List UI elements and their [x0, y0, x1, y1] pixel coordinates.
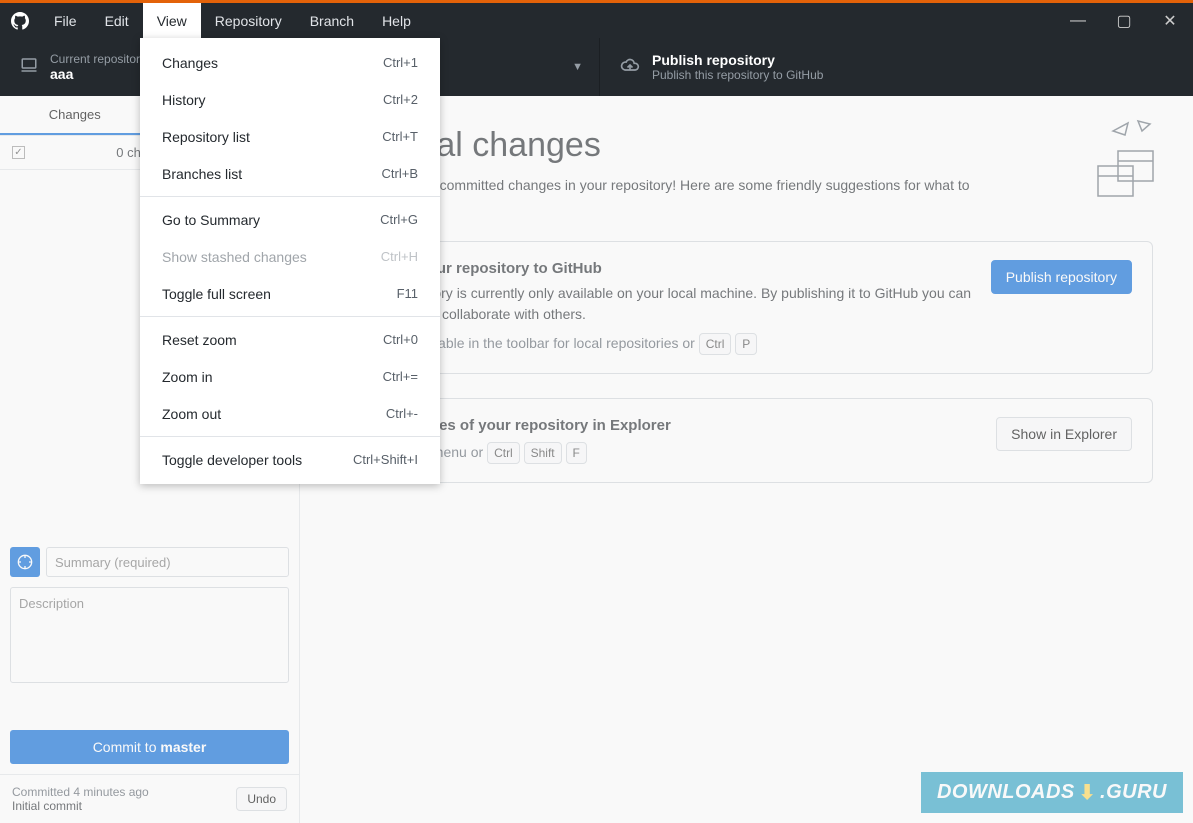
menu-item-shortcut: Ctrl+T	[382, 129, 418, 144]
menu-item-label: Repository list	[162, 129, 382, 145]
page-title: No local changes	[340, 126, 1153, 165]
close-button[interactable]: ✕	[1147, 3, 1193, 38]
show-in-explorer-button[interactable]: Show in Explorer	[996, 417, 1132, 451]
illustration-icon	[1043, 116, 1163, 216]
download-icon: ⬇	[1079, 780, 1096, 805]
github-logo-icon	[0, 12, 40, 30]
menu-item-shortcut: Ctrl+-	[386, 406, 418, 421]
menu-item-changes[interactable]: ChangesCtrl+1	[140, 44, 440, 81]
menu-help[interactable]: Help	[368, 3, 425, 38]
menu-separator	[140, 436, 440, 437]
menu-item-go-to-summary[interactable]: Go to SummaryCtrl+G	[140, 201, 440, 238]
menu-item-shortcut: Ctrl+B	[382, 166, 418, 181]
menu-separator	[140, 316, 440, 317]
commit-message: Initial commit	[12, 799, 236, 813]
commit-form: Commit to master	[0, 537, 299, 774]
commit-time: Committed 4 minutes ago	[12, 785, 236, 799]
menu-item-label: Toggle full screen	[162, 286, 397, 302]
publish-title: Publish repository	[652, 52, 823, 68]
menu-item-label: Zoom in	[162, 369, 383, 385]
card-explorer-title: View the files of your repository in Exp…	[361, 417, 980, 434]
undo-button[interactable]: Undo	[236, 787, 287, 811]
menu-item-reset-zoom[interactable]: Reset zoomCtrl+0	[140, 321, 440, 358]
menu-item-label: Go to Summary	[162, 212, 380, 228]
menu-item-label: Show stashed changes	[162, 249, 381, 265]
menu-item-shortcut: Ctrl+2	[383, 92, 418, 107]
publish-repository-toolbar[interactable]: Publish repository Publish this reposito…	[600, 38, 1193, 96]
window-controls: — ▢ ✕	[1055, 3, 1193, 38]
last-commit-footer: Committed 4 minutes ago Initial commit U…	[0, 774, 299, 823]
minimize-button[interactable]: —	[1055, 3, 1101, 38]
commit-button[interactable]: Commit to master	[10, 730, 289, 764]
kbd-key: Shift	[524, 442, 562, 464]
repo-name: aaa	[50, 66, 146, 82]
chevron-down-icon: ▼	[572, 61, 583, 73]
kbd-key: Ctrl	[487, 442, 520, 464]
view-menu-dropdown: ChangesCtrl+1HistoryCtrl+2Repository lis…	[140, 38, 440, 484]
cloud-upload-icon	[620, 55, 640, 80]
card-explorer-sub: Repository menu or Ctrl Shift F	[361, 442, 980, 464]
menu-item-shortcut: Ctrl+H	[381, 249, 418, 264]
menu-item-show-stashed-changes: Show stashed changesCtrl+H	[140, 238, 440, 275]
menu-item-history[interactable]: HistoryCtrl+2	[140, 81, 440, 118]
card-publish-sub: Always available in the toolbar for loca…	[361, 333, 975, 355]
kbd-key: F	[566, 442, 587, 464]
tab-changes[interactable]: Changes	[0, 96, 150, 135]
menu-item-branches-list[interactable]: Branches listCtrl+B	[140, 155, 440, 192]
card-publish: Publish your repository to GitHub This r…	[340, 241, 1153, 374]
repo-label: Current repository	[50, 52, 146, 66]
menu-item-label: History	[162, 92, 383, 108]
select-all-checkbox[interactable]: ✓	[12, 146, 25, 159]
titlebar: File Edit View Repository Branch Help — …	[0, 3, 1193, 38]
maximize-button[interactable]: ▢	[1101, 3, 1147, 38]
card-publish-text: This repository is currently only availa…	[361, 283, 975, 325]
menu-item-toggle-developer-tools[interactable]: Toggle developer toolsCtrl+Shift+I	[140, 441, 440, 478]
commit-summary-input[interactable]	[46, 547, 289, 577]
menu-edit[interactable]: Edit	[91, 3, 143, 38]
menu-item-shortcut: F11	[397, 286, 418, 301]
menu-item-toggle-full-screen[interactable]: Toggle full screenF11	[140, 275, 440, 312]
menu-item-repository-list[interactable]: Repository listCtrl+T	[140, 118, 440, 155]
menu-item-shortcut: Ctrl+1	[383, 55, 418, 70]
menu-file[interactable]: File	[40, 3, 91, 38]
user-avatar-icon	[10, 547, 40, 577]
menu-item-shortcut: Ctrl+G	[380, 212, 418, 227]
menu-item-label: Reset zoom	[162, 332, 383, 348]
menu-repository[interactable]: Repository	[201, 3, 296, 38]
watermark: DOWNLOADS⬇.GURU	[921, 772, 1183, 813]
publish-subtitle: Publish this repository to GitHub	[652, 68, 823, 82]
menu-item-shortcut: Ctrl+=	[383, 369, 418, 384]
kbd-key: P	[735, 333, 757, 355]
card-publish-title: Publish your repository to GitHub	[361, 260, 975, 277]
menu-separator	[140, 196, 440, 197]
menu-item-label: Branches list	[162, 166, 382, 182]
commit-description-input[interactable]	[10, 587, 289, 683]
card-explorer: View the files of your repository in Exp…	[340, 398, 1153, 483]
computer-icon	[20, 56, 38, 79]
menu-item-shortcut: Ctrl+Shift+I	[353, 452, 418, 467]
menu-item-label: Zoom out	[162, 406, 386, 422]
menu-item-zoom-out[interactable]: Zoom outCtrl+-	[140, 395, 440, 432]
publish-repository-button[interactable]: Publish repository	[991, 260, 1132, 294]
kbd-key: Ctrl	[699, 333, 732, 355]
menu-item-label: Toggle developer tools	[162, 452, 353, 468]
menu-item-shortcut: Ctrl+0	[383, 332, 418, 347]
menu-item-zoom-in[interactable]: Zoom inCtrl+=	[140, 358, 440, 395]
menu-branch[interactable]: Branch	[296, 3, 368, 38]
menu-item-label: Changes	[162, 55, 383, 71]
menu-view[interactable]: View	[143, 3, 201, 38]
menubar: File Edit View Repository Branch Help	[40, 3, 425, 38]
